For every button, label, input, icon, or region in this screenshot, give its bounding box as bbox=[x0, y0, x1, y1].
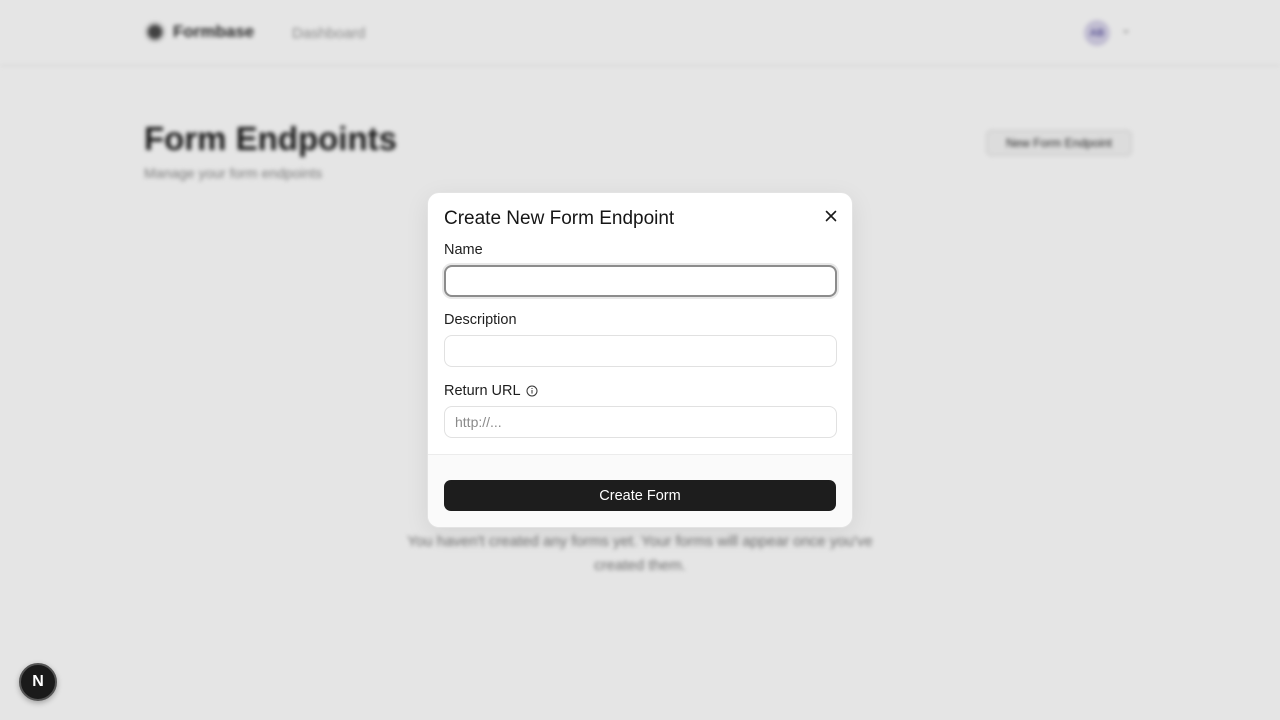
return-url-label-text: Return URL bbox=[444, 383, 521, 399]
dialog-title: Create New Form Endpoint bbox=[444, 208, 675, 229]
description-label-text: Description bbox=[444, 312, 517, 328]
create-form-dialog: Create New Form Endpoint Name Descriptio… bbox=[427, 192, 853, 528]
dev-tools-badge[interactable]: N bbox=[19, 663, 57, 701]
dialog-footer: Create Form bbox=[428, 454, 852, 527]
description-label: Description bbox=[444, 312, 517, 328]
description-input[interactable] bbox=[444, 335, 837, 367]
create-form-button[interactable]: Create Form bbox=[444, 480, 836, 511]
name-input[interactable] bbox=[444, 265, 837, 297]
name-label-text: Name bbox=[444, 242, 483, 258]
close-icon bbox=[825, 210, 837, 222]
return-url-label: Return URL bbox=[444, 383, 538, 399]
name-label: Name bbox=[444, 242, 483, 258]
info-icon[interactable] bbox=[526, 385, 538, 397]
close-button[interactable] bbox=[820, 205, 842, 227]
return-url-input[interactable] bbox=[444, 406, 837, 438]
app-page: Formbase Dashboard AB ⌄ Form Endpoints M… bbox=[0, 0, 1280, 720]
